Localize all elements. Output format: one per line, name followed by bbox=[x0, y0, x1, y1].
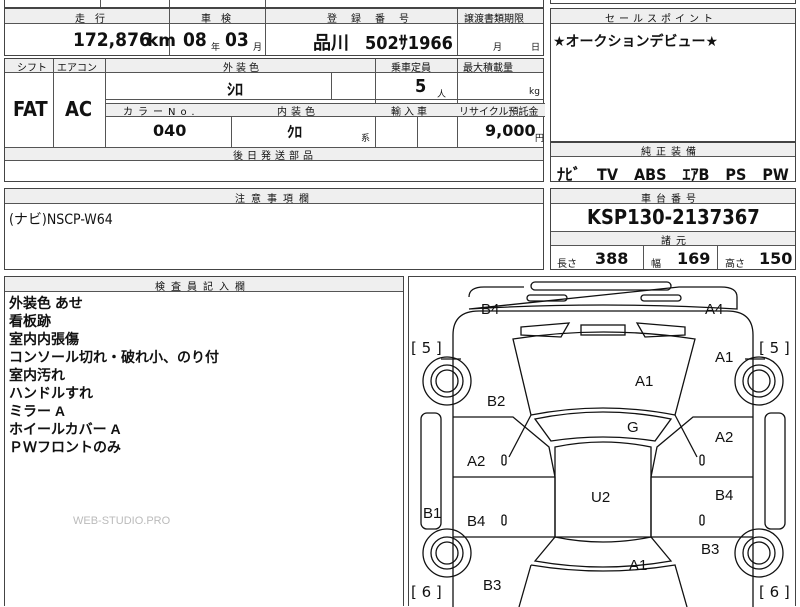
damage-mark: B1 bbox=[423, 505, 442, 522]
inspection-month-unit: 月 bbox=[253, 43, 263, 53]
inspection-header: 車 検 bbox=[201, 14, 231, 25]
recycle-value: 9,000 bbox=[485, 121, 536, 140]
exterior-value: ｼﾛ bbox=[227, 80, 244, 99]
inspector-line: 室内汚れ bbox=[9, 367, 65, 383]
damage-mark: A1 bbox=[629, 557, 648, 574]
ac-header: エアコン bbox=[57, 63, 97, 74]
ac-value: AC bbox=[65, 97, 93, 121]
inspector-lines: 外装色 あせ 看板跡 室内内張傷 コンソール切れ・破れ小、のり付 室内汚れ ハン… bbox=[9, 294, 219, 456]
color-no-header: カラーNo. bbox=[123, 107, 200, 118]
parts-header: 後日発送部品 bbox=[233, 151, 317, 162]
max-load-header: 最大積載量 bbox=[463, 63, 513, 74]
height-label: 高さ bbox=[725, 259, 745, 270]
shift-header: シフト bbox=[17, 63, 47, 74]
interior-header: 内装色 bbox=[277, 107, 319, 118]
registration-header: 登 録 番 号 bbox=[327, 14, 411, 25]
inspector-header: 検査員記入欄 bbox=[155, 282, 251, 293]
dims-header: 諸元 bbox=[661, 236, 691, 247]
sales-point-header: セールスポイント bbox=[605, 14, 717, 25]
sales-point-box: セールスポイント ★オークションデビュー★ bbox=[550, 8, 796, 142]
equipment-header: 純正装備 bbox=[641, 147, 701, 158]
notes-box: 注意事項欄 (ナビ)NSCP-W64 bbox=[4, 188, 544, 270]
equipment-items: ﾅﾋﾞ TV ABS ｴｱB PS PW bbox=[557, 165, 789, 184]
equipment-box: 純正装備 ﾅﾋﾞ TV ABS ｴｱB PS PW bbox=[550, 142, 796, 184]
notes-header: 注意事項欄 bbox=[235, 194, 315, 205]
height-value: 150 bbox=[759, 249, 793, 268]
damage-mark: B2 bbox=[487, 393, 506, 410]
inspector-line: 室内内張傷 bbox=[9, 331, 79, 347]
inspector-box: 検査員記入欄 外装色 あせ 看板跡 室内内張傷 コンソール切れ・破れ小、のり付 … bbox=[4, 276, 404, 606]
inspection-month: 03 bbox=[225, 29, 249, 51]
inspector-line: ホイールカバー A bbox=[9, 421, 121, 437]
import-header: 輸入車 bbox=[391, 107, 430, 118]
length-label: 長さ bbox=[557, 259, 577, 270]
inspection-year-unit: 年 bbox=[211, 43, 221, 53]
recycle-header: リサイクル預託金 bbox=[459, 107, 539, 118]
inspector-line: コンソール切れ・破れ小、のり付 bbox=[9, 349, 219, 365]
exterior-header: 外装色 bbox=[223, 63, 262, 74]
cut-top-strip-right bbox=[550, 0, 796, 4]
capacity-value: 5 bbox=[415, 76, 427, 97]
mileage-unit: km bbox=[147, 31, 177, 51]
chassis-number: KSP130-2137367 bbox=[587, 205, 760, 229]
inspector-line: 看板跡 bbox=[9, 313, 51, 329]
inspector-line: ミラー A bbox=[9, 403, 65, 419]
cut-top-strip bbox=[4, 0, 544, 8]
max-load-unit: kg bbox=[529, 87, 540, 97]
transfer-header: 譲渡書類期限 bbox=[464, 14, 524, 25]
mileage-value: 172,876 bbox=[73, 29, 151, 51]
damage-mark: A1 bbox=[635, 373, 654, 390]
bracket-left-bottom: [ 6 ] bbox=[411, 583, 442, 601]
notes-text: (ナビ)NSCP-W64 bbox=[9, 212, 113, 228]
registration-area: 品川 bbox=[313, 33, 349, 54]
bracket-right-bottom: [ 6 ] bbox=[759, 583, 790, 601]
shift-value: FAT bbox=[13, 97, 48, 121]
width-value: 169 bbox=[677, 249, 711, 268]
car-diagram bbox=[420, 281, 786, 607]
damage-mark: B4 bbox=[467, 513, 486, 530]
interior-value: ｸﾛ bbox=[287, 123, 303, 141]
car-diagram-box: [ 5 ] [ 5 ] [ 6 ] [ 6 ] B4 A4 A1 A1 B2 G… bbox=[408, 276, 796, 607]
width-label: 幅 bbox=[651, 259, 661, 270]
damage-mark: A2 bbox=[715, 429, 734, 446]
color-no-value: 040 bbox=[153, 121, 187, 140]
damage-mark: B3 bbox=[701, 541, 720, 558]
transfer-day-unit: 日 bbox=[531, 43, 541, 53]
chassis-header: 車台番号 bbox=[641, 194, 701, 205]
interior-unit: 系 bbox=[361, 134, 371, 144]
top-info-table: 走 行 車 検 登 録 番 号 譲渡書類期限 172,876 km 08 年 0… bbox=[4, 8, 544, 56]
damage-mark: A1 bbox=[715, 349, 734, 366]
damage-mark: A4 bbox=[705, 301, 724, 318]
chassis-box: 車台番号 KSP130-2137367 諸元 長さ 388 幅 169 高さ 1… bbox=[550, 188, 796, 270]
length-value: 388 bbox=[595, 249, 629, 268]
damage-mark: B3 bbox=[483, 577, 502, 594]
damage-mark: B4 bbox=[481, 301, 500, 318]
inspector-line: ＰＷフロントのみ bbox=[9, 439, 121, 455]
inspection-year: 08 bbox=[183, 29, 207, 51]
transfer-month-unit: 月 bbox=[493, 43, 503, 53]
bracket-right-top: [ 5 ] bbox=[759, 339, 790, 357]
bracket-left-top: [ 5 ] bbox=[411, 339, 442, 357]
damage-mark: U2 bbox=[591, 489, 611, 506]
damage-mark: G bbox=[627, 419, 639, 436]
damage-mark: A2 bbox=[467, 453, 486, 470]
damage-mark: B4 bbox=[715, 487, 734, 504]
inspector-line: 外装色 あせ bbox=[9, 295, 83, 311]
recycle-unit: 円 bbox=[535, 134, 545, 144]
sales-point-text: ★オークションデビュー★ bbox=[553, 34, 719, 50]
registration-number: 502ｻ1966 bbox=[365, 33, 453, 54]
inspector-line: ハンドルすれ bbox=[9, 385, 93, 401]
specs-table: シフト エアコン 外装色 乗車定員 最大積載量 FAT AC ｼﾛ 5 人 kg… bbox=[4, 58, 545, 182]
capacity-header: 乗車定員 bbox=[391, 63, 431, 74]
watermark: WEB-STUDIO.PRO bbox=[73, 515, 171, 527]
mileage-header: 走 行 bbox=[75, 14, 105, 25]
